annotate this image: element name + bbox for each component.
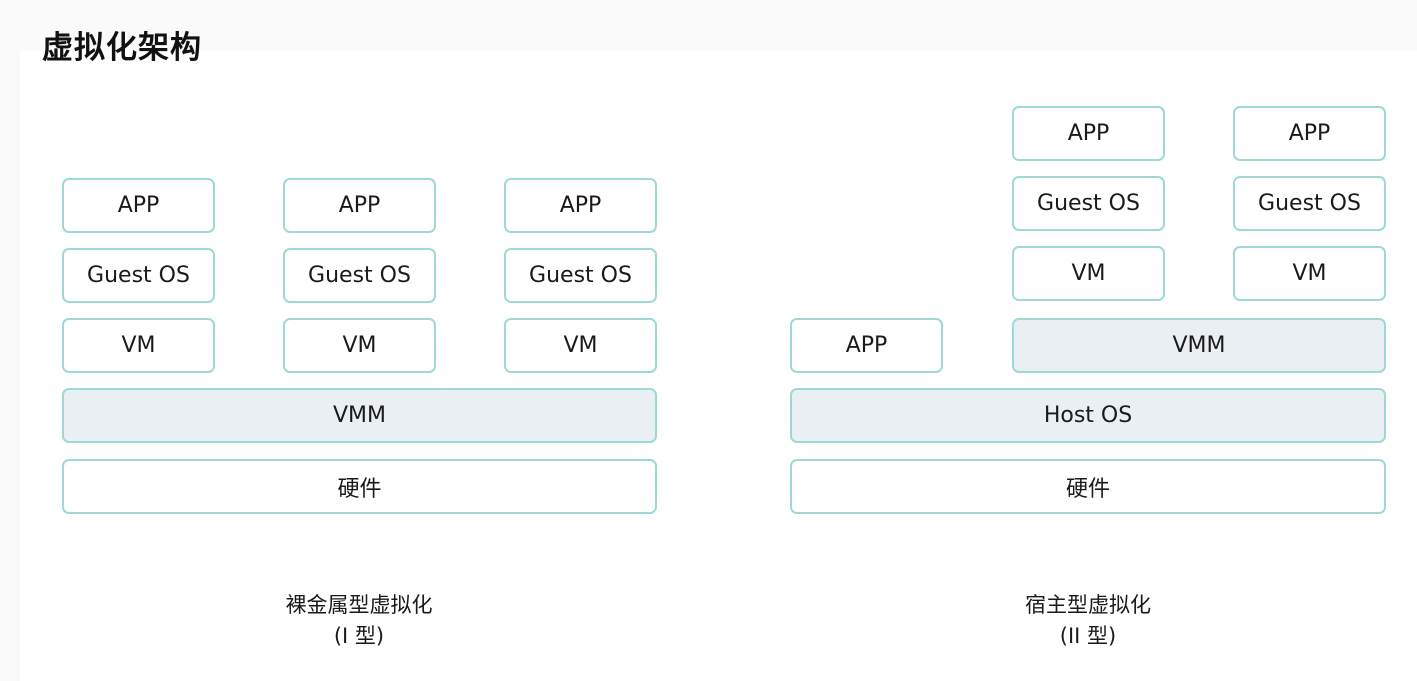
page-title: 虚拟化架构 — [42, 30, 202, 66]
type2-vmm-box: VMM — [1012, 318, 1386, 373]
type1-vm2-vm-box: VM — [283, 318, 436, 373]
type1-caption-title: 裸金属型虚拟化 — [285, 593, 433, 617]
type1-hardware-box: 硬件 — [62, 459, 657, 514]
type2-vm1-guest-os-box: Guest OS — [1012, 176, 1165, 231]
type1-vmm-box: VMM — [62, 388, 657, 443]
type1-vm3-guest-os-box: Guest OS — [504, 248, 657, 303]
type2-caption-title: 宿主型虚拟化 — [1025, 593, 1151, 617]
type2-vm2-vm-box: VM — [1233, 246, 1386, 301]
type1-vm3-app-box: APP — [504, 178, 657, 233]
type2-vm2-guest-os-box: Guest OS — [1233, 176, 1386, 231]
type2-caption-subtitle: (II 型) — [1059, 624, 1117, 648]
type2-hardware-box: 硬件 — [790, 459, 1386, 514]
type2-host-os-box: Host OS — [790, 388, 1386, 443]
type1-caption-subtitle: (I 型) — [333, 624, 385, 648]
type2-vm2-app-box: APP — [1233, 106, 1386, 161]
type1-vm2-app-box: APP — [283, 178, 436, 233]
type1-vm1-app-box: APP — [62, 178, 215, 233]
type2-vm1-vm-box: VM — [1012, 246, 1165, 301]
type1-vm1-guest-os-box: Guest OS — [62, 248, 215, 303]
type2-host-app-box: APP — [790, 318, 943, 373]
type1-vm3-vm-box: VM — [504, 318, 657, 373]
type2-caption: 宿主型虚拟化 (II 型) — [988, 590, 1188, 652]
type1-vm1-vm-box: VM — [62, 318, 215, 373]
type2-vm1-app-box: APP — [1012, 106, 1165, 161]
type1-vm2-guest-os-box: Guest OS — [283, 248, 436, 303]
type1-caption: 裸金属型虚拟化 (I 型) — [258, 590, 460, 652]
